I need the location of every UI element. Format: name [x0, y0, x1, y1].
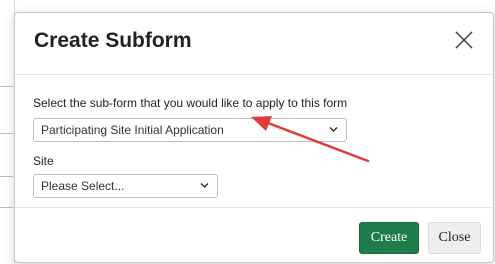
dialog-footer: Create Close — [15, 207, 493, 264]
chevron-down-icon — [329, 126, 338, 133]
backdrop-divider — [0, 133, 13, 134]
close-x-icon — [455, 31, 473, 49]
page-backdrop — [0, 0, 15, 263]
subform-label: Select the sub-form that you would like … — [33, 96, 348, 110]
close-x-button[interactable] — [451, 27, 477, 53]
site-select[interactable]: Please Select... — [33, 174, 218, 198]
backdrop-divider — [0, 207, 13, 208]
subform-select[interactable]: Participating Site Initial Application — [33, 118, 347, 142]
chevron-down-icon — [200, 182, 209, 189]
dialog-title: Create Subform — [34, 29, 192, 52]
create-subform-dialog: Create Subform Select the sub-form that … — [14, 12, 494, 263]
dialog-body: Select the sub-form that you would like … — [15, 75, 493, 207]
backdrop-divider — [0, 86, 13, 87]
create-button[interactable]: Create — [359, 222, 419, 254]
dialog-header: Create Subform — [15, 13, 493, 75]
site-select-value: Please Select... — [41, 179, 125, 193]
subform-select-value: Participating Site Initial Application — [41, 123, 224, 137]
close-button[interactable]: Close — [428, 222, 481, 254]
backdrop-divider — [0, 176, 13, 177]
site-label: Site — [33, 154, 54, 168]
